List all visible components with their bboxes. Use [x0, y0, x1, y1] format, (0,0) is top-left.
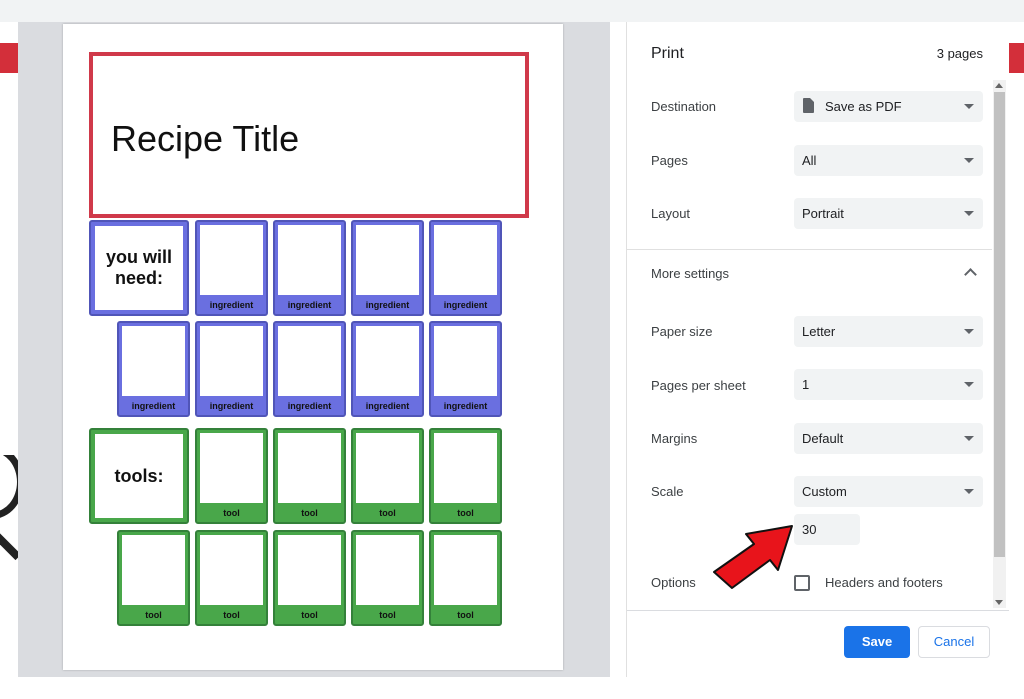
tool-label: tool	[301, 508, 318, 518]
document-icon	[803, 98, 814, 113]
save-button[interactable]: Save	[844, 626, 910, 658]
tool-label: tool	[379, 610, 396, 620]
tool-card: tool	[273, 530, 346, 626]
ingredient-card: ingredient	[351, 220, 424, 316]
paper-size-select[interactable]: Letter	[794, 316, 983, 347]
print-preview-pane[interactable]: Recipe Title you will need: ingredient i…	[18, 22, 610, 677]
pages-per-sheet-select[interactable]: 1	[794, 369, 983, 400]
tools-heading-card: tools:	[89, 428, 189, 524]
ingredient-label: ingredient	[131, 401, 176, 411]
scale-label: Scale	[651, 484, 684, 499]
settings-scrollbar[interactable]	[993, 80, 1006, 608]
tool-card: tool	[429, 428, 502, 524]
ingredient-card: ingredient	[195, 220, 268, 316]
tool-label: tool	[145, 610, 162, 620]
tool-card: tool	[195, 530, 268, 626]
tool-card: tool	[195, 428, 268, 524]
tools-heading: tools:	[95, 434, 183, 518]
more-settings-toggle[interactable]: More settings	[651, 266, 729, 281]
margins-label: Margins	[651, 431, 698, 446]
print-settings-panel: Print 3 pages Destination Save as PDF Pa…	[626, 22, 1009, 677]
paper-size-label: Paper size	[651, 324, 713, 339]
ingredient-card: ingredient	[429, 220, 502, 316]
dropdown-caret-icon	[964, 489, 974, 494]
scroll-up-arrow-icon[interactable]	[995, 83, 1003, 88]
tool-label: tool	[301, 610, 318, 620]
destination-value: Save as PDF	[825, 99, 902, 114]
footer-divider	[627, 610, 1009, 611]
ingredients-heading: you will need:	[95, 226, 183, 310]
recipe-title-box: Recipe Title	[89, 52, 529, 218]
ingredient-label: ingredient	[287, 300, 332, 310]
ingredients-heading-card: you will need:	[89, 220, 189, 316]
layout-select[interactable]: Portrait	[794, 198, 983, 229]
scale-custom-input[interactable]: 30	[794, 514, 860, 545]
layout-value: Portrait	[802, 206, 844, 221]
dropdown-caret-icon	[964, 382, 974, 387]
annotation-arrow-icon	[713, 525, 793, 589]
cancel-button[interactable]: Cancel	[918, 626, 990, 658]
pages-per-sheet-label: Pages per sheet	[651, 378, 746, 393]
tool-label: tool	[223, 610, 240, 620]
ingredient-label: ingredient	[209, 300, 254, 310]
scale-select[interactable]: Custom	[794, 476, 983, 507]
ingredient-card: ingredient	[273, 321, 346, 417]
margins-value: Default	[802, 431, 844, 446]
scale-custom-value: 30	[802, 522, 817, 537]
recipe-title: Recipe Title	[111, 118, 300, 159]
ingredient-label: ingredient	[365, 300, 410, 310]
tool-label: tool	[223, 508, 240, 518]
scroll-down-arrow-icon[interactable]	[995, 600, 1003, 605]
preview-page: Recipe Title you will need: ingredient i…	[63, 24, 563, 670]
tool-label: tool	[457, 508, 474, 518]
headers-footers-label[interactable]: Headers and footers	[825, 575, 943, 590]
chevron-up-icon[interactable]	[964, 268, 977, 281]
browser-top-bar	[0, 0, 1024, 22]
layout-label: Layout	[651, 206, 691, 221]
ingredient-card: ingredient	[273, 220, 346, 316]
tool-card: tool	[351, 530, 424, 626]
ingredient-card: ingredient	[195, 321, 268, 417]
options-label: Options	[651, 575, 696, 590]
tool-card: tool	[429, 530, 502, 626]
ingredient-label: ingredient	[209, 401, 254, 411]
background-red-stripe-right	[1008, 43, 1024, 73]
pages-per-sheet-value: 1	[802, 377, 810, 392]
paper-size-value: Letter	[802, 324, 836, 339]
margins-select[interactable]: Default	[794, 423, 983, 454]
dropdown-caret-icon	[964, 104, 974, 109]
dropdown-caret-icon	[964, 211, 974, 216]
dropdown-caret-icon	[964, 436, 974, 441]
dropdown-caret-icon	[964, 158, 974, 163]
settings-scrollbar-thumb[interactable]	[994, 92, 1005, 557]
page-count: 3 pages	[936, 46, 983, 61]
ingredient-label: ingredient	[287, 401, 332, 411]
tool-label: tool	[379, 508, 396, 518]
scale-value: Custom	[802, 484, 847, 499]
destination-select[interactable]: Save as PDF	[794, 91, 983, 122]
tool-label: tool	[457, 610, 474, 620]
ingredient-label: ingredient	[365, 401, 410, 411]
dropdown-caret-icon	[964, 329, 974, 334]
section-divider	[627, 249, 992, 250]
print-dialog-title: Print	[651, 45, 684, 62]
tool-card: tool	[273, 428, 346, 524]
pages-select[interactable]: All	[794, 145, 983, 176]
background-red-stripe-left	[0, 43, 18, 73]
ingredient-card: ingredient	[117, 321, 190, 417]
ingredient-card: ingredient	[351, 321, 424, 417]
ingredient-label: ingredient	[443, 300, 488, 310]
ingredient-label: ingredient	[443, 401, 488, 411]
pages-label: Pages	[651, 153, 688, 168]
tool-card: tool	[117, 530, 190, 626]
tool-card: tool	[351, 428, 424, 524]
pages-value: All	[802, 153, 817, 168]
destination-label: Destination	[651, 99, 717, 114]
ingredient-card: ingredient	[429, 321, 502, 417]
